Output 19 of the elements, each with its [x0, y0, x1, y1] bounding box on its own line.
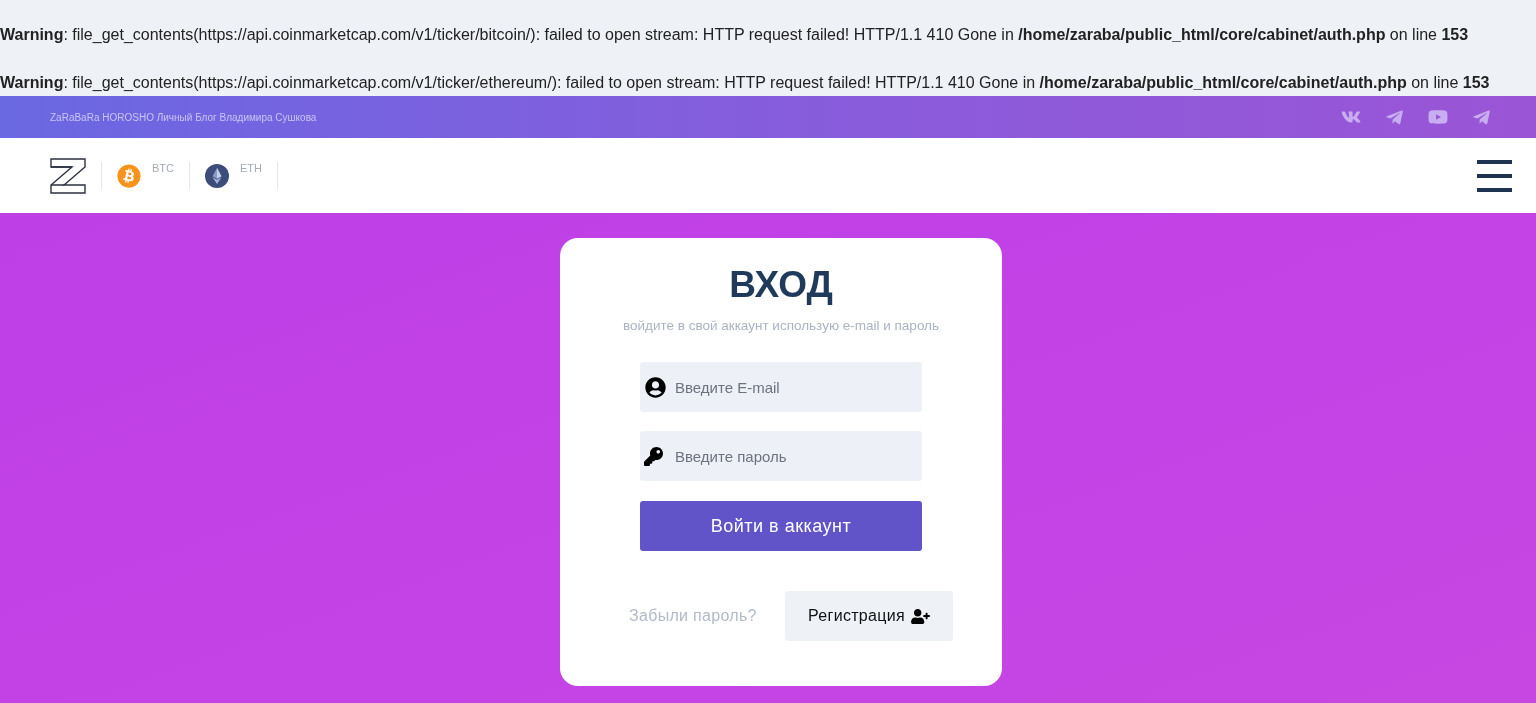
ticker-label: BTC	[152, 161, 174, 176]
ticker-label: ETH	[240, 161, 262, 176]
key-icon	[644, 447, 663, 466]
email-field[interactable]: Введите E-mail	[640, 362, 922, 412]
login-subtitle: войдите в свой аккаунт использую e-mail и пароль	[623, 317, 939, 335]
register-button[interactable]: Регистрация	[785, 591, 953, 641]
video-play-icon[interactable]	[1428, 107, 1448, 127]
user-icon	[645, 377, 666, 398]
login-title: ВХОД	[729, 263, 833, 307]
logo-icon[interactable]	[50, 157, 86, 194]
ethereum-icon	[205, 163, 229, 188]
login-button[interactable]: Войти в аккаунт	[640, 501, 922, 551]
php-warning-message: Warning: file_get_contents(https://api.coinmarketcap.com/v1/ticker/ethereum/): failed to open stream: HTTP request failed! HTTP/1.1 410 Gone in /home/zaraba/public_html/core/cabinet/auth.php on line 153	[0, 73, 1490, 93]
php-warning-message: Warning: file_get_contents(https://api.coinmarketcap.com/v1/ticker/bitcoin/): failed to open stream: HTTP request failed! HTTP/1.1 410 Gone in /home/zaraba/public_html/core/cabinet/auth.php on line 153	[0, 25, 1469, 45]
menu-button[interactable]	[1477, 159, 1512, 192]
user-plus-icon	[910, 608, 930, 624]
bitcoin-icon	[117, 163, 141, 188]
password-field[interactable]: Введите пароль	[640, 431, 922, 481]
site-title: ZaRaBaRa HOROSHO Личный Блог Владимира Сушкова	[50, 110, 317, 125]
